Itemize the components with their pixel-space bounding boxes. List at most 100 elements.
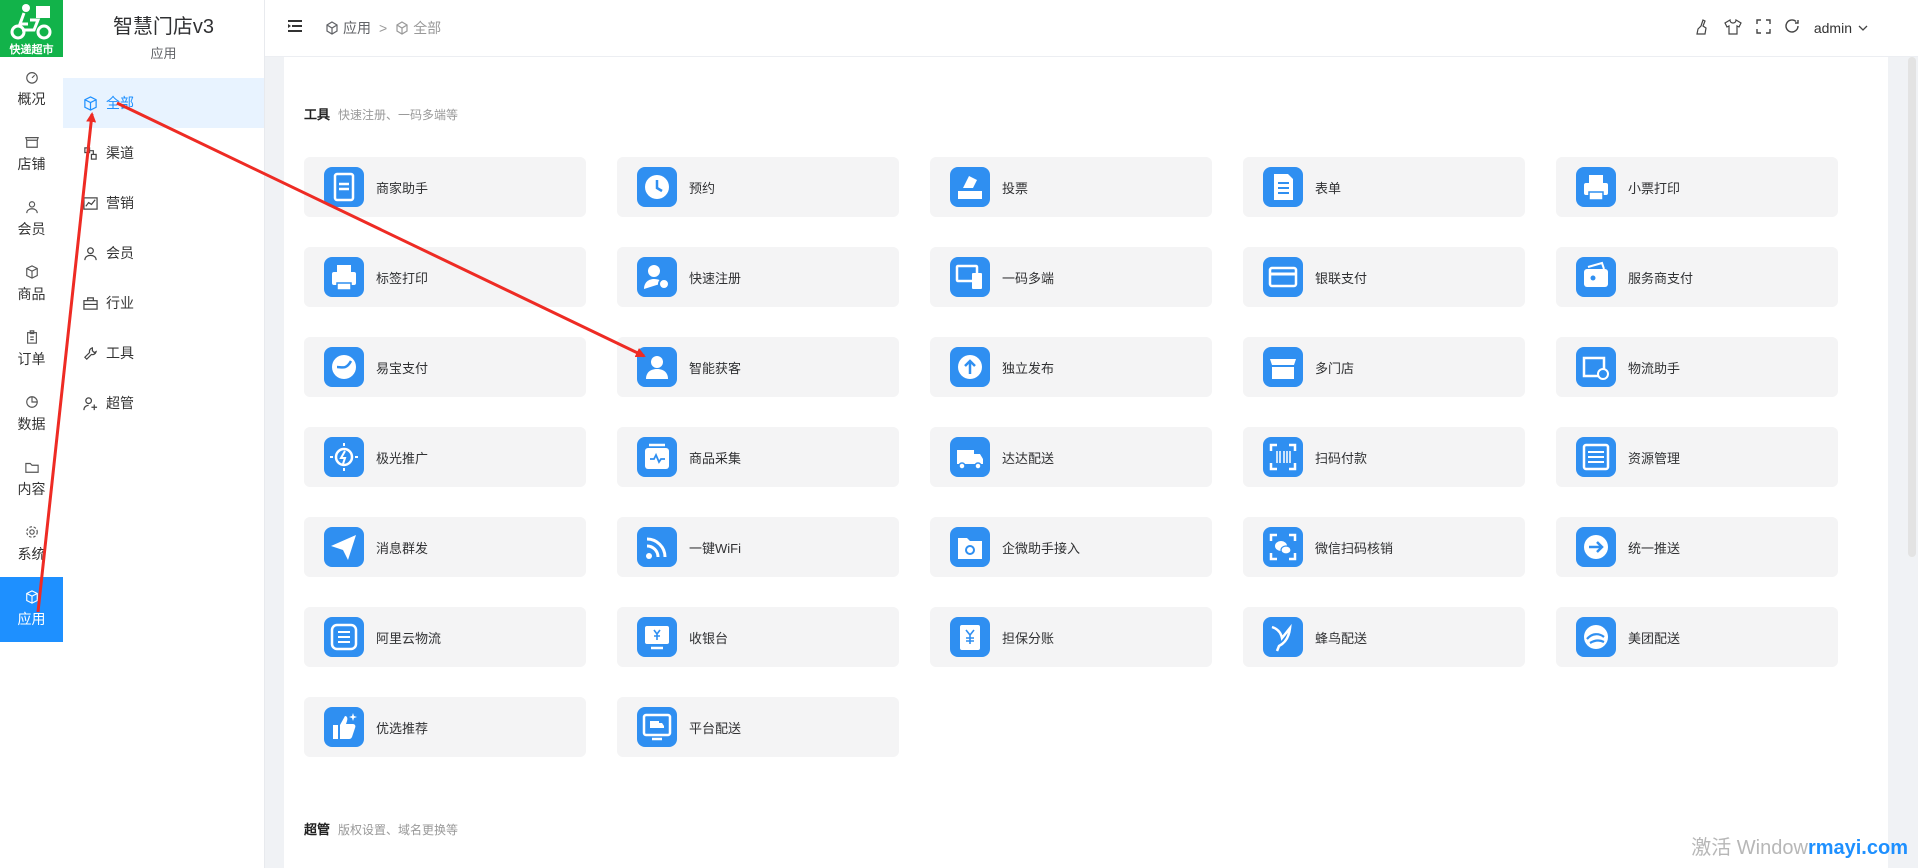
app-card-label: 收银台: [689, 630, 729, 646]
app-card[interactable]: 极光推广: [304, 427, 586, 487]
fullscreen-icon[interactable]: [1756, 19, 1771, 37]
brand-subtitle: 应用: [150, 46, 177, 61]
user-menu[interactable]: admin: [1814, 20, 1868, 36]
app-card[interactable]: 商家助手: [304, 157, 586, 217]
rail-item[interactable]: 内容: [0, 447, 63, 512]
app-card[interactable]: 达达配送: [930, 427, 1212, 487]
app-icon: [324, 617, 364, 657]
rail-item[interactable]: 订单: [0, 317, 63, 382]
broom-icon[interactable]: [1694, 18, 1710, 38]
app-card[interactable]: 标签打印: [304, 247, 586, 307]
app-card[interactable]: 商品采集: [617, 427, 899, 487]
app-card-label: 消息群发: [376, 540, 429, 556]
rail-item-label: 数据: [17, 416, 46, 432]
user-icon: [84, 246, 97, 260]
app-card[interactable]: 物流助手: [1556, 337, 1838, 397]
refresh-icon[interactable]: [1785, 19, 1800, 37]
app-card[interactable]: 投票: [930, 157, 1212, 217]
app-card[interactable]: 企微助手接入: [930, 517, 1212, 577]
submenu-item[interactable]: 工具: [63, 328, 264, 378]
app-card[interactable]: 优选推荐: [304, 697, 586, 757]
rail-item[interactable]: 数据: [0, 382, 63, 447]
app-card[interactable]: 一键WiFi: [617, 517, 899, 577]
app-card-label: 一码多端: [1002, 270, 1055, 286]
app-card[interactable]: 银联支付: [1243, 247, 1525, 307]
app-card-label: 扫码付款: [1315, 450, 1368, 466]
menu-toggle-icon[interactable]: [287, 19, 303, 38]
scrollbar[interactable]: [1908, 57, 1916, 557]
app-card[interactable]: 扫码付款: [1243, 427, 1525, 487]
tools-section-title: 工具: [304, 107, 331, 122]
tools-section-header: 工具 快速注册、一码多端等: [304, 104, 458, 123]
admin-section-header: 超管 版权设置、域名更换等: [304, 819, 458, 838]
app-card[interactable]: 预约: [617, 157, 899, 217]
app-icon: [950, 167, 990, 207]
app-card-label: 商品采集: [689, 450, 742, 466]
rail-item[interactable]: 系统: [0, 512, 63, 577]
box-icon: [25, 265, 38, 279]
rail-item-label: 内容: [17, 481, 46, 497]
app-card-label: 担保分账: [1002, 630, 1055, 646]
submenu-item[interactable]: 渠道: [63, 128, 264, 178]
app-card-label: 企微助手接入: [1002, 540, 1081, 556]
app-card[interactable]: 快速注册: [617, 247, 899, 307]
folder-icon: [24, 462, 39, 473]
top-header: 应用 > 全部 admin: [265, 0, 1918, 57]
app-card[interactable]: 独立发布: [930, 337, 1212, 397]
submenu-item[interactable]: 营销: [63, 178, 264, 228]
app-card[interactable]: 美团配送: [1556, 607, 1838, 667]
submenu-item[interactable]: 全部: [63, 78, 264, 128]
cube-icon: [396, 21, 408, 35]
tools-section-desc: 快速注册、一码多端等: [338, 108, 459, 122]
rail-item[interactable]: 会员: [0, 187, 63, 252]
submenu-item[interactable]: 超管: [63, 378, 264, 428]
app-card[interactable]: 小票打印: [1556, 157, 1838, 217]
breadcrumb-current: 全部: [413, 20, 442, 36]
app-card-label: 一键WiFi: [689, 540, 741, 556]
app-card[interactable]: 担保分账: [930, 607, 1212, 667]
app-icon: [1263, 437, 1303, 477]
app-card-label: 资源管理: [1628, 450, 1681, 466]
app-card-label: 服务商支付: [1628, 270, 1694, 286]
app-card[interactable]: 消息群发: [304, 517, 586, 577]
rail-item[interactable]: 应用: [0, 577, 63, 642]
admin-section-desc: 版权设置、域名更换等: [338, 823, 459, 837]
app-icon: [637, 527, 677, 567]
app-card[interactable]: 资源管理: [1556, 427, 1838, 487]
app-card[interactable]: 微信扫码核销: [1243, 517, 1525, 577]
app-card[interactable]: 阿里云物流: [304, 607, 586, 667]
rail-item-label: 系统: [17, 546, 46, 562]
app-card[interactable]: 统一推送: [1556, 517, 1838, 577]
submenu-item[interactable]: 行业: [63, 278, 264, 328]
app-card[interactable]: 一码多端: [930, 247, 1212, 307]
app-icon: [324, 257, 364, 297]
chart-icon: [83, 196, 98, 210]
app-card-label: 商家助手: [376, 180, 429, 196]
rail-item[interactable]: 商品: [0, 252, 63, 317]
delivery-rider-icon: [10, 4, 52, 40]
app-card[interactable]: 多门店: [1243, 337, 1525, 397]
admin-section-title: 超管: [304, 822, 331, 837]
app-card[interactable]: 平台配送: [617, 697, 899, 757]
app-card-label: 多门店: [1315, 360, 1355, 376]
app-icon: [1263, 347, 1303, 387]
app-card[interactable]: 智能获客: [617, 337, 899, 397]
app-logo[interactable]: 快递超市: [0, 0, 63, 57]
rail-item-label: 店铺: [17, 156, 46, 172]
app-card[interactable]: 服务商支付: [1556, 247, 1838, 307]
app-card[interactable]: 蜂鸟配送: [1243, 607, 1525, 667]
breadcrumb-app[interactable]: 应用: [343, 18, 371, 38]
activation-watermark: 激活 Windowrmayi.com: [1691, 831, 1908, 860]
shirt-icon[interactable]: [1724, 18, 1742, 38]
app-card[interactable]: 收银台: [617, 607, 899, 667]
rail-item[interactable]: 概况: [0, 57, 63, 122]
app-icon: [637, 167, 677, 207]
app-icon: [1576, 437, 1616, 477]
app-card[interactable]: 易宝支付: [304, 337, 586, 397]
watermark-brand: rmayi.com: [1807, 837, 1908, 859]
app-card[interactable]: 表单: [1243, 157, 1525, 217]
submenu-item[interactable]: 会员: [63, 228, 264, 278]
app-card-label: 微信扫码核销: [1315, 540, 1394, 556]
rail-item[interactable]: 店铺: [0, 122, 63, 187]
admin-icon: [83, 396, 98, 410]
